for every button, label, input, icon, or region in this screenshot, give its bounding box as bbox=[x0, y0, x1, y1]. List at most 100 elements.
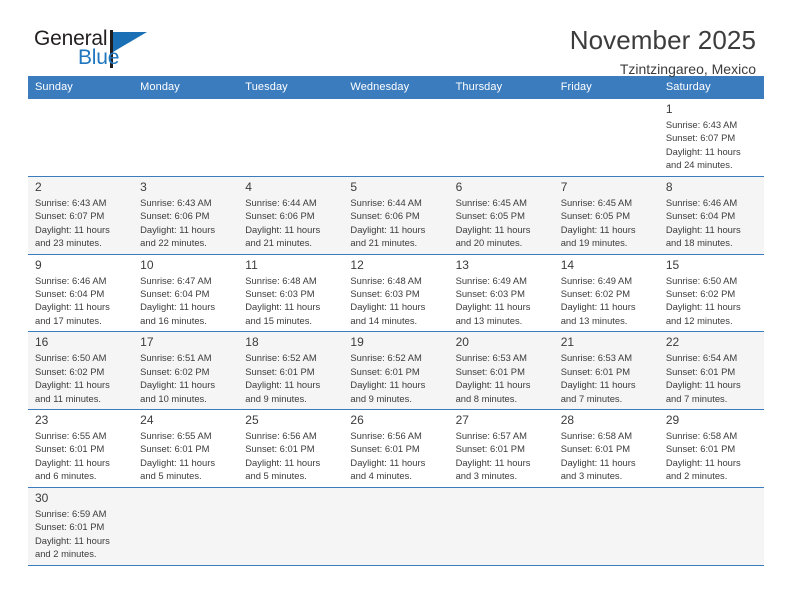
day-cell-content: 14 Sunrise: 6:49 AM Sunset: 6:02 PM Dayligh… bbox=[554, 255, 659, 332]
day-detail-line: Sunrise: 6:43 AM bbox=[665, 119, 738, 130]
day-detail-line: Sunrise: 6:53 AM bbox=[455, 352, 527, 364]
day-detail-line: and 18 minutes. bbox=[665, 237, 733, 249]
day-detail-line: Daylight: 11 hours bbox=[455, 223, 531, 235]
day-detail-line: and 5 minutes. bbox=[245, 470, 307, 482]
day-detail-line: Daylight: 11 hours bbox=[350, 223, 426, 235]
day-detail-line: Sunset: 6:07 PM bbox=[35, 210, 105, 222]
day-number: 28 bbox=[560, 413, 575, 427]
weekday-header-tuesday: Tuesday bbox=[238, 76, 344, 99]
calendar-day-cell[interactable]: 4 Sunrise: 6:44 AM Sunset: 6:06 PM Daylight… bbox=[238, 176, 344, 255]
calendar-day-cell[interactable]: 7 Sunrise: 6:45 AM Sunset: 6:05 PM Daylight… bbox=[553, 176, 659, 255]
day-number: 20 bbox=[455, 335, 469, 350]
day-detail-line: Sunrise: 6:46 AM bbox=[35, 274, 107, 286]
day-detail-line: Daylight: 11 hours bbox=[245, 379, 321, 391]
day-detail-line: Sunrise: 6:51 AM bbox=[140, 352, 212, 364]
day-detail-line: Daylight: 11 hours bbox=[665, 301, 741, 313]
day-cell-content: 8 Sunrise: 6:46 AM Sunset: 6:04 PM Daylight… bbox=[659, 177, 764, 254]
calendar-day-cell[interactable]: 25 Sunrise: 6:56 AM Sunset: 6:01 PM Dayligh… bbox=[238, 409, 344, 488]
day-cell-content bbox=[28, 99, 133, 176]
day-detail-line: and 8 minutes. bbox=[455, 392, 518, 404]
calendar-day-cell[interactable]: 5 Sunrise: 6:44 AM Sunset: 6:06 PM Daylight… bbox=[343, 176, 449, 255]
day-detail-line: and 15 minutes. bbox=[245, 314, 312, 326]
day-number: 15 bbox=[665, 257, 680, 272]
day-detail-line: and 7 minutes. bbox=[560, 392, 623, 404]
day-detail-line: and 20 minutes. bbox=[455, 237, 523, 249]
day-detail-line: Sunset: 6:01 PM bbox=[35, 521, 105, 533]
calendar-day-cell[interactable]: 15 Sunrise: 6:50 AM Sunset: 6:02 PM Dayligh… bbox=[658, 254, 764, 333]
day-detail-line: Sunset: 6:01 PM bbox=[35, 443, 105, 455]
calendar-day-cell[interactable]: 23 Sunrise: 6:55 AM Sunset: 6:01 PM Dayligh… bbox=[28, 409, 134, 488]
calendar-day-cell[interactable]: 12 Sunrise: 6:48 AM Sunset: 6:03 PM Dayligh… bbox=[343, 254, 449, 333]
day-cell-content: 28 Sunrise: 6:58 AM Sunset: 6:01 PM Dayligh… bbox=[554, 410, 659, 487]
day-cell-content: 3 Sunrise: 6:43 AM Sunset: 6:06 PM Daylight… bbox=[133, 177, 238, 254]
calendar-day-cell[interactable]: 6 Sunrise: 6:45 AM Sunset: 6:05 PM Daylight… bbox=[448, 176, 554, 255]
day-detail-line: Sunrise: 6:54 AM bbox=[665, 352, 738, 364]
day-detail-line: Sunset: 6:06 PM bbox=[245, 210, 315, 222]
calendar-empty-cell bbox=[133, 487, 239, 566]
calendar-day-cell[interactable]: 14 Sunrise: 6:49 AM Sunset: 6:02 PM Dayligh… bbox=[553, 254, 659, 333]
day-detail-line: Daylight: 11 hours bbox=[560, 379, 636, 391]
day-detail-line: Daylight: 11 hours bbox=[665, 223, 741, 235]
weekday-header-friday: Friday bbox=[553, 76, 659, 99]
day-detail-line: Sunset: 6:04 PM bbox=[35, 287, 105, 299]
calendar-day-cell[interactable]: 11 Sunrise: 6:48 AM Sunset: 6:03 PM Dayligh… bbox=[238, 254, 344, 333]
day-cell-content: 4 Sunrise: 6:44 AM Sunset: 6:06 PM Daylight… bbox=[238, 177, 343, 254]
calendar-day-cell[interactable]: 26 Sunrise: 6:56 AM Sunset: 6:01 PM Dayligh… bbox=[343, 409, 449, 488]
calendar-day-cell[interactable]: 27 Sunrise: 6:57 AM Sunset: 6:01 PM Dayligh… bbox=[448, 409, 554, 488]
day-detail-line: and 22 minutes. bbox=[140, 237, 207, 249]
calendar-day-cell[interactable]: 10 Sunrise: 6:47 AM Sunset: 6:04 PM Dayligh… bbox=[133, 254, 239, 333]
day-number: 18 bbox=[245, 335, 259, 350]
day-cell-content: 11 Sunrise: 6:48 AM Sunset: 6:03 PM Dayligh… bbox=[238, 255, 343, 332]
day-detail-line: and 3 minutes. bbox=[560, 470, 623, 482]
calendar-day-cell[interactable]: 17 Sunrise: 6:51 AM Sunset: 6:02 PM Dayligh… bbox=[133, 331, 239, 410]
day-detail-line: Sunrise: 6:52 AM bbox=[350, 352, 422, 364]
calendar-empty-cell bbox=[28, 99, 134, 177]
day-cell-content bbox=[238, 99, 343, 176]
day-detail-line: and 2 minutes. bbox=[35, 548, 97, 560]
calendar-page: General Blue November 2025 Tzintzingareo… bbox=[0, 0, 792, 612]
calendar-day-cell[interactable]: 9 Sunrise: 6:46 AM Sunset: 6:04 PM Daylight… bbox=[28, 254, 134, 333]
day-detail-line: Sunset: 6:01 PM bbox=[455, 365, 525, 377]
day-detail-line: Sunrise: 6:50 AM bbox=[35, 352, 107, 364]
calendar-day-cell[interactable]: 2 Sunrise: 6:43 AM Sunset: 6:07 PM Daylight… bbox=[28, 176, 134, 255]
calendar-week-row: 9 Sunrise: 6:46 AM Sunset: 6:04 PM Daylight… bbox=[28, 254, 764, 333]
calendar-day-cell[interactable]: 1 Sunrise: 6:43 AM Sunset: 6:07 PM Daylight… bbox=[658, 99, 764, 177]
day-number: 8 bbox=[665, 179, 673, 194]
calendar-day-cell[interactable]: 13 Sunrise: 6:49 AM Sunset: 6:03 PM Dayligh… bbox=[448, 254, 554, 333]
calendar-day-cell[interactable]: 18 Sunrise: 6:52 AM Sunset: 6:01 PM Dayligh… bbox=[238, 331, 344, 410]
calendar-day-cell[interactable]: 16 Sunrise: 6:50 AM Sunset: 6:02 PM Dayligh… bbox=[28, 331, 134, 410]
day-detail-line: Sunset: 6:04 PM bbox=[140, 287, 210, 299]
weekday-header-monday: Monday bbox=[133, 76, 239, 99]
day-detail-line: Daylight: 11 hours bbox=[350, 456, 426, 468]
calendar-day-cell[interactable]: 21 Sunrise: 6:53 AM Sunset: 6:01 PM Dayligh… bbox=[553, 331, 659, 410]
day-cell-content bbox=[133, 99, 238, 176]
calendar-day-cell[interactable]: 3 Sunrise: 6:43 AM Sunset: 6:06 PM Daylight… bbox=[133, 176, 239, 255]
calendar-day-cell[interactable]: 30 Sunrise: 6:59 AM Sunset: 6:01 PM Dayligh… bbox=[28, 487, 134, 566]
day-number: 16 bbox=[35, 335, 49, 350]
day-detail-line: and 5 minutes. bbox=[140, 470, 202, 482]
calendar-day-cell[interactable]: 24 Sunrise: 6:55 AM Sunset: 6:01 PM Dayligh… bbox=[133, 409, 239, 488]
general-blue-logo[interactable]: General Blue bbox=[28, 26, 158, 74]
day-detail-line: Sunrise: 6:47 AM bbox=[140, 274, 212, 286]
day-detail-line: Daylight: 11 hours bbox=[665, 379, 741, 391]
calendar-day-cell[interactable]: 28 Sunrise: 6:58 AM Sunset: 6:01 PM Dayligh… bbox=[553, 409, 659, 488]
calendar-day-cell[interactable]: 29 Sunrise: 6:58 AM Sunset: 6:01 PM Dayligh… bbox=[658, 409, 764, 488]
day-cell-content: 13 Sunrise: 6:49 AM Sunset: 6:03 PM Dayligh… bbox=[449, 255, 554, 332]
day-cell-content: 23 Sunrise: 6:55 AM Sunset: 6:01 PM Dayligh… bbox=[28, 410, 133, 487]
calendar-day-cell[interactable]: 22 Sunrise: 6:54 AM Sunset: 6:01 PM Dayligh… bbox=[658, 331, 764, 410]
calendar-day-cell[interactable]: 8 Sunrise: 6:46 AM Sunset: 6:04 PM Daylight… bbox=[658, 176, 764, 255]
calendar-empty-cell bbox=[553, 487, 659, 566]
day-cell-content bbox=[554, 99, 659, 176]
calendar-day-cell[interactable]: 20 Sunrise: 6:53 AM Sunset: 6:01 PM Dayligh… bbox=[448, 331, 554, 410]
day-detail-line: Daylight: 11 hours bbox=[455, 379, 531, 391]
day-detail-line: and 13 minutes. bbox=[560, 314, 628, 326]
day-number: 13 bbox=[455, 257, 469, 272]
day-detail-line: and 24 minutes. bbox=[665, 159, 733, 171]
calendar-empty-cell bbox=[133, 99, 239, 177]
day-detail-line: Daylight: 11 hours bbox=[350, 301, 426, 313]
calendar-day-cell[interactable]: 19 Sunrise: 6:52 AM Sunset: 6:01 PM Dayligh… bbox=[343, 331, 449, 410]
calendar-empty-cell bbox=[238, 99, 344, 177]
day-detail-line: Sunrise: 6:48 AM bbox=[350, 274, 422, 286]
day-detail-line: Sunset: 6:01 PM bbox=[245, 365, 315, 377]
day-detail-line: Sunrise: 6:55 AM bbox=[35, 430, 107, 441]
